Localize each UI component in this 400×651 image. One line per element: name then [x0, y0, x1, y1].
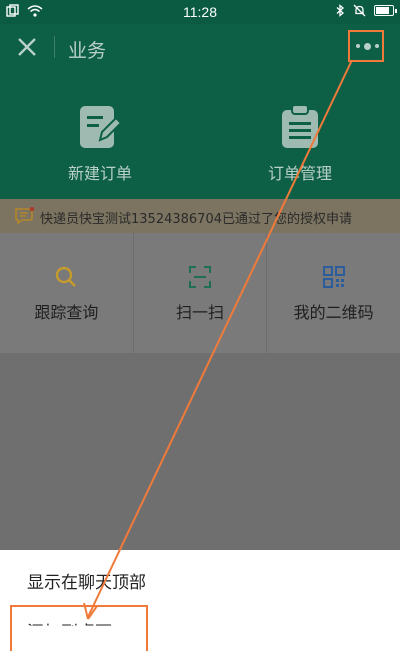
status-bar: 11:28 [0, 0, 400, 24]
quick-action-label: 新建订单 [67, 164, 132, 183]
menu-item-show-at-chat-top[interactable]: 显示在聊天顶部 [27, 568, 146, 593]
quick-action-label: 订单管理 [267, 164, 332, 183]
function-grid: 跟踪查询 扫一扫 我的二维码 [0, 233, 400, 353]
notice-banner[interactable]: 快递员快宝测试13524386704已通过了您的授权申请 [0, 199, 400, 233]
search-icon [56, 266, 77, 287]
quick-action-new-order[interactable]: 新建订单 [0, 104, 200, 214]
clipboard-icon [282, 104, 318, 148]
scan-icon [189, 266, 211, 288]
status-right-icons [335, 4, 397, 17]
grid-item-track-query[interactable]: 跟踪查询 [0, 233, 134, 353]
message-bubble-icon [15, 207, 34, 225]
grid-item-scan[interactable]: 扫一扫 [134, 233, 268, 353]
bluetooth-icon [336, 4, 344, 17]
quick-action-order-management[interactable]: 订单管理 [200, 104, 400, 214]
title-divider [54, 36, 55, 58]
page-title: 业务 [68, 40, 107, 62]
grid-item-label: 我的二维码 [293, 303, 374, 322]
close-icon[interactable] [14, 34, 40, 60]
grid-item-label: 扫一扫 [176, 303, 225, 322]
qr-code-icon [322, 266, 345, 288]
annotation-highlight-menu-item [10, 605, 148, 651]
grid-item-my-qr-code[interactable]: 我的二维码 [267, 233, 400, 353]
annotation-highlight-more [348, 30, 384, 62]
grid-item-label: 跟踪查询 [34, 303, 99, 322]
edit-document-icon [80, 106, 122, 148]
top-bar: 业务 [0, 24, 400, 72]
mute-bell-icon [353, 4, 366, 17]
notice-text: 快递员快宝测试13524386704已通过了您的授权申请 [40, 212, 352, 227]
battery-icon [374, 5, 397, 16]
battery-level [376, 7, 389, 14]
